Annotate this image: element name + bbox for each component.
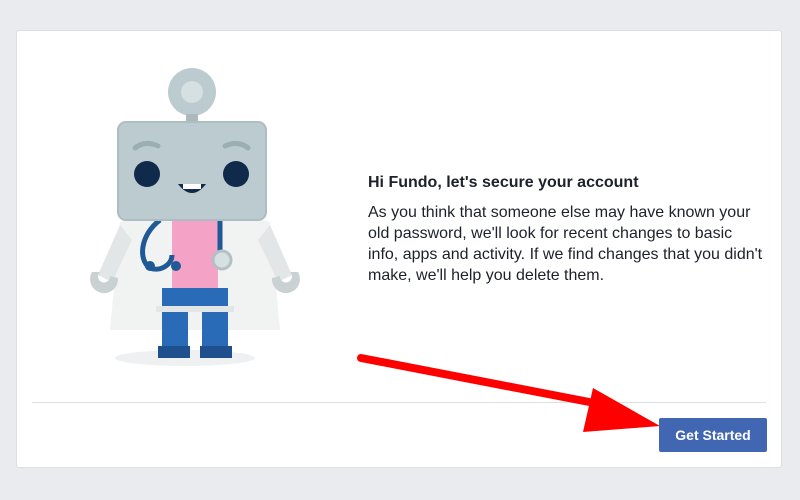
dialog-heading: Hi Fundo, let's secure your account: [368, 174, 639, 191]
dialog-body: As you think that someone else may have …: [368, 204, 763, 284]
dialog-text: Hi Fundo, let's secure your account As y…: [368, 173, 768, 286]
doctor-robot-illustration: [90, 68, 300, 366]
red-arrow-annotation: [357, 354, 660, 432]
get-started-button[interactable]: Get Started: [659, 418, 767, 452]
